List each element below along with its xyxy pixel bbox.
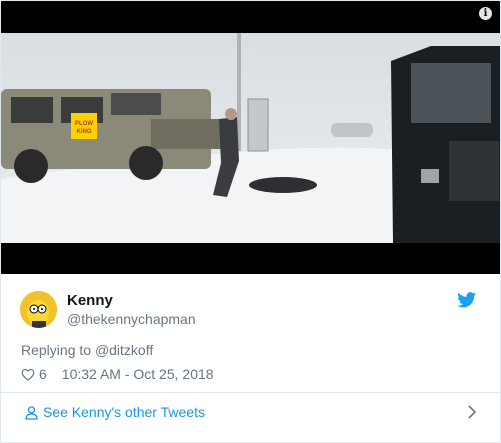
tweet-timestamp[interactable]: 10:32 AM - Oct 25, 2018 — [62, 366, 214, 382]
pickup-truck — [391, 46, 500, 243]
heart-icon[interactable] — [21, 368, 35, 381]
twitter-bird-icon[interactable] — [457, 292, 477, 308]
snowy-scene-image: PLOW KING — [1, 1, 500, 274]
like-count[interactable]: 6 — [39, 366, 47, 382]
person-icon — [25, 406, 38, 420]
reply-prefix: Replying to — [21, 342, 95, 358]
reply-context: Replying to @ditzkoff — [21, 342, 153, 358]
avatar[interactable] — [20, 291, 57, 328]
tweet-meta: 6 10:32 AM - Oct 25, 2018 — [21, 366, 214, 382]
tweet-video-frame[interactable]: PLOW KING i — [1, 1, 500, 274]
svg-text:KING: KING — [77, 129, 92, 135]
hummer-vehicle: PLOW KING — [1, 89, 221, 183]
info-icon[interactable]: i — [479, 7, 492, 20]
tweet-body: Kenny @thekennychapman Replying to @ditz… — [1, 274, 500, 392]
embedded-tweet-card: PLOW KING i Kenny @thekennychapman Reply… — [0, 0, 501, 443]
reply-target-link[interactable]: @ditzkoff — [95, 342, 153, 358]
see-more-tweets-link[interactable]: See Kenny's other Tweets — [43, 404, 205, 420]
user-handle[interactable]: @thekennychapman — [67, 311, 196, 327]
chevron-right-icon[interactable] — [468, 405, 476, 419]
see-more-tweets-row[interactable]: See Kenny's other Tweets — [1, 393, 500, 442]
display-name[interactable]: Kenny — [67, 292, 113, 309]
svg-text:PLOW: PLOW — [75, 121, 93, 127]
